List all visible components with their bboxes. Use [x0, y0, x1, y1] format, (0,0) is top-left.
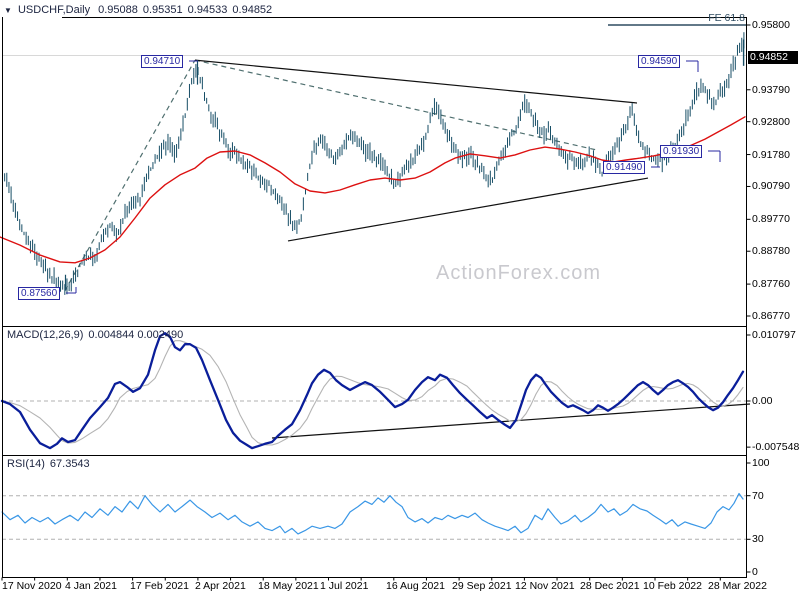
- macd-signal-line: [1, 340, 744, 446]
- moving-average-line: [0, 116, 746, 264]
- symbol-label: USDCHF,Daily: [17, 4, 91, 16]
- price-level-callout: 0.91490: [603, 161, 646, 174]
- macd-values: 0.004844 0.002490: [88, 329, 184, 341]
- trendline-solid: [194, 59, 638, 104]
- quote-close: 0.94852: [232, 4, 273, 16]
- quote-high: 0.95351: [142, 4, 183, 16]
- quote-low: 0.94533: [187, 4, 228, 16]
- macd-title: MACD(12,26,9): [7, 329, 84, 341]
- forex-chart-window: ActionForex.com ▼ USDCHF,Daily 0.95088 0.9…: [0, 0, 800, 600]
- price-level-callout: 0.91930: [660, 145, 703, 158]
- fibonacci-extension-label: FE 61.8: [708, 12, 745, 24]
- macd-pane-header: MACD(12,26,9) 0.004844 0.002490: [7, 329, 188, 341]
- chart-header: ▼ USDCHF,Daily 0.95088 0.95351 0.94533 0.948…: [4, 4, 277, 16]
- quote-open: 0.95088: [98, 4, 138, 16]
- rsi-pane-header: RSI(14) 67.3543: [7, 458, 95, 470]
- symbol-dropdown-icon[interactable]: ▼: [4, 6, 12, 15]
- price-level-callout: 0.94590: [638, 55, 681, 68]
- chart-canvas: [0, 17, 751, 581]
- price-level-callout: 0.87560: [18, 287, 61, 300]
- rsi-line: [1, 492, 744, 535]
- trendline-dashed: [194, 59, 598, 151]
- current-price-badge: 0.94852: [748, 51, 798, 64]
- rsi-title: RSI(14): [7, 458, 45, 470]
- rsi-value: 67.3543: [49, 458, 90, 470]
- price-level-callout: 0.94710: [141, 55, 184, 68]
- trendline-solid: [287, 177, 649, 242]
